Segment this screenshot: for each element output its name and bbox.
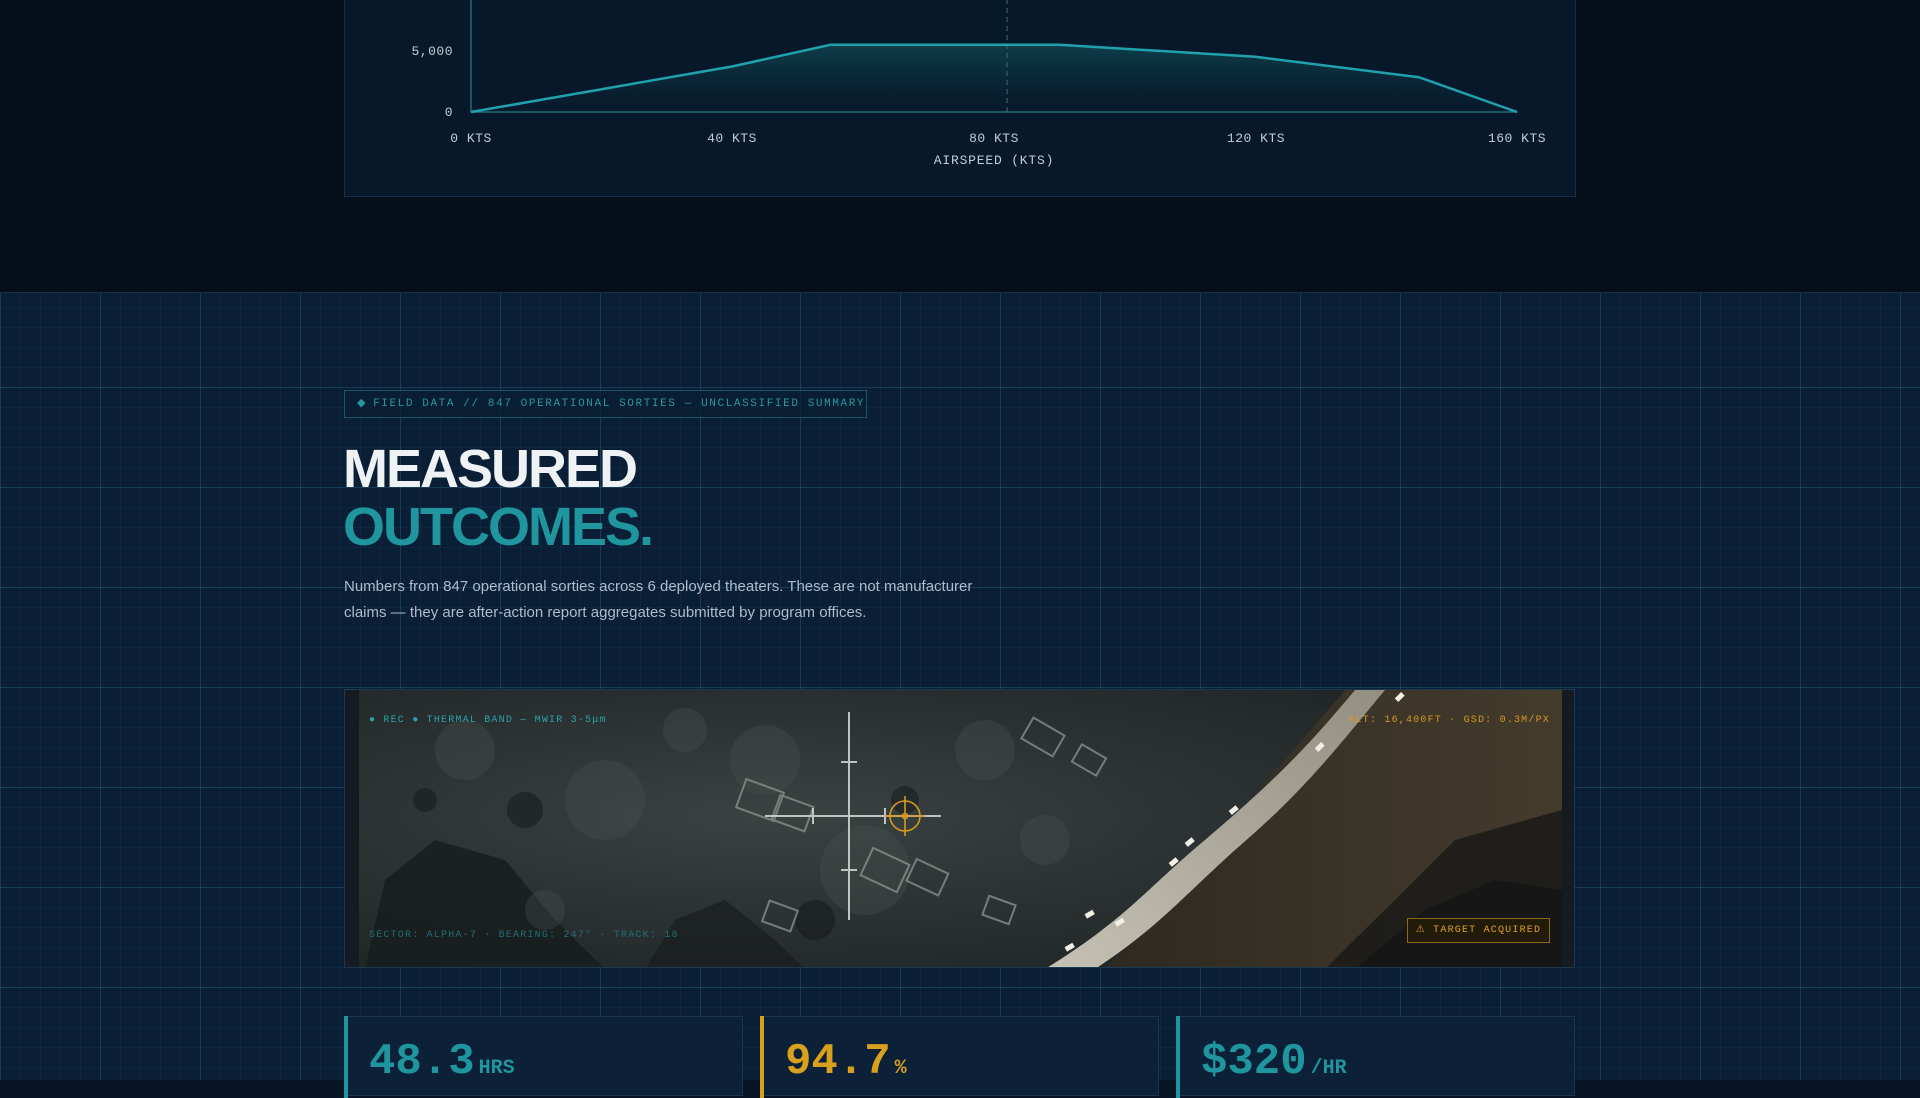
sector-bearing-label: SECTOR: ALPHA-7 · BEARING: 247° · TRACK:… [369,930,679,941]
y-tick-label-5000: 5,000 [411,44,453,59]
chart-point [470,111,472,113]
headline-line-2: OUTCOMES. [343,497,654,557]
stat-value-cost: $320/HR [1201,1037,1347,1094]
chart-area-fill [471,44,1517,112]
chart-point [1058,44,1060,46]
rec-thermal-label: ● REC ● THERMAL BAND — MWIR 3-5μm [369,715,607,726]
altitude-gsd-label: ALT: 16,400FT · GSD: 0.3M/PX [1348,715,1550,726]
chart-point [1516,111,1518,113]
stat-unit: HRS [478,1057,515,1080]
x-axis-title: AIRSPEED (KTS) [934,153,1054,168]
section-description: Numbers from 847 operational sorties acr… [344,578,973,621]
stat-unit: /HR [1310,1057,1347,1080]
x-tick-label-40: 40 KTS [707,131,757,146]
diamond-icon: ◆ [357,398,368,410]
x-tick-label-120: 120 KTS [1227,131,1285,146]
chart-point [830,44,832,46]
chart-point [732,65,733,67]
stat-accent-bar [344,1016,348,1098]
rec-thermal-text: REC ● THERMAL BAND — MWIR 3-5μm [383,715,607,726]
y-tick-label-0: 0 [445,105,453,120]
airspeed-chart: 5,000 0 0 KTS 40 KTS 80 KTS 120 KTS 160 … [411,0,1546,168]
stat-card-hours: 48.3 HRS [344,1016,743,1098]
section-tag: ◆ FIELD DATA // 847 OPERATIONAL SORTIES —… [344,390,867,418]
x-tick-label-80: 80 KTS [969,131,1019,146]
section-tag-text: FIELD DATA // 847 OPERATIONAL SORTIES — … [373,398,866,410]
x-tick-label-0: 0 KTS [450,131,492,146]
stat-accent-bar [1176,1016,1180,1098]
stat-accent-bar [760,1016,764,1098]
target-acquired-badge: ⚠ TARGET ACQUIRED [1407,918,1550,943]
stat-value-hours: 48.3 HRS [369,1037,515,1094]
airspeed-chart-card: 5,000 0 0 KTS 40 KTS 80 KTS 120 KTS 160 … [344,0,1576,197]
section-headline: MEASURED OUTCOMES. [343,439,654,557]
stat-card-percent: 94.7% [760,1016,1159,1098]
aerial-terrain-image [345,690,1574,967]
x-tick-label-160: 160 KTS [1488,131,1546,146]
stat-unit: % [894,1057,907,1080]
stat-value-percent: 94.7% [785,1037,907,1094]
rec-dot-icon: ● [369,715,377,726]
chart-point [1255,56,1256,58]
stat-card-cost: $320/HR [1176,1016,1575,1098]
chart-point [1418,76,1420,78]
thermal-imagery-panel: ● REC ● THERMAL BAND — MWIR 3-5μm ALT: 1… [344,689,1575,968]
top-band: 5,000 0 0 KTS 40 KTS 80 KTS 120 KTS 160 … [0,0,1920,293]
headline-line-1: MEASURED [343,439,638,499]
